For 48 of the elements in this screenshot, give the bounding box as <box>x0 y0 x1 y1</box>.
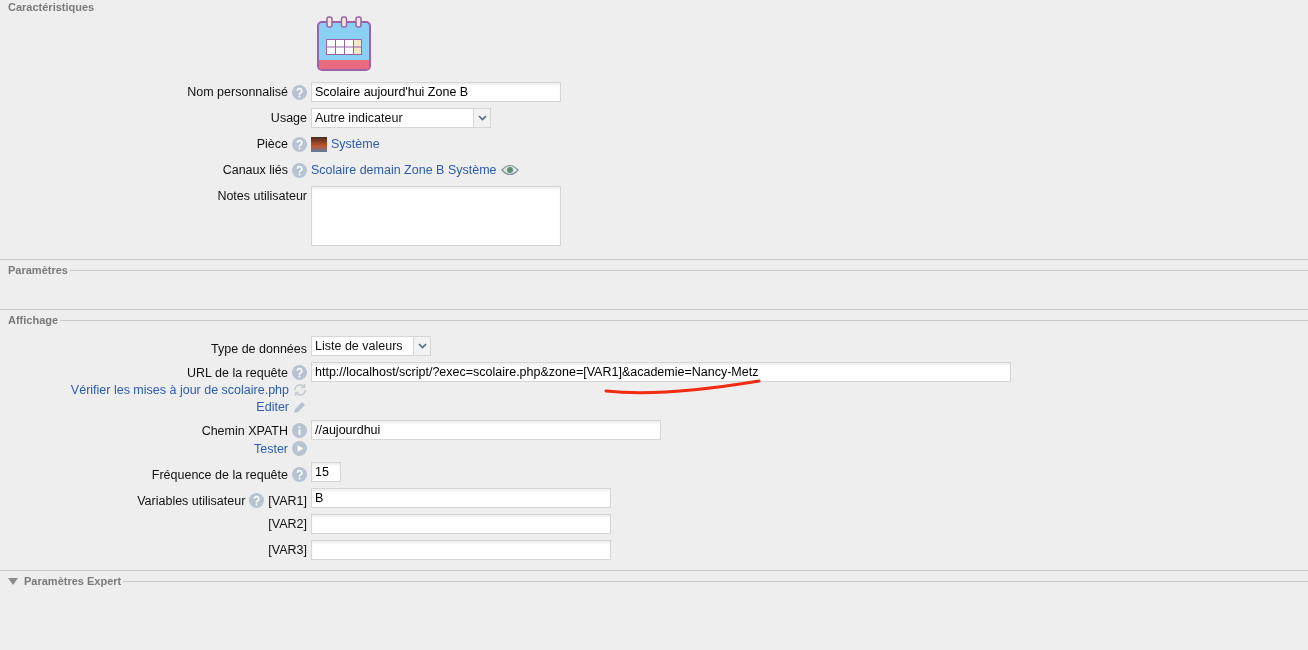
pencil-icon[interactable] <box>293 400 307 414</box>
room-link[interactable]: Système <box>331 137 380 151</box>
section-title[interactable]: Paramètres Expert <box>24 575 122 587</box>
play-icon[interactable] <box>292 441 307 456</box>
text-input[interactable]: Scolaire aujourd'hui Zone B <box>311 82 561 102</box>
field-label: Nom personnalisé <box>187 85 288 99</box>
field-label: Pièce <box>256 137 288 151</box>
section-title: Caractéristiques <box>8 1 95 13</box>
channel-link[interactable]: Scolaire demain Zone B Système <box>311 163 497 177</box>
xpath-input[interactable]: //aujourdhui <box>311 420 661 440</box>
info-icon[interactable] <box>292 423 307 438</box>
dropdown[interactable]: Autre indicateur <box>311 108 491 128</box>
help-icon[interactable] <box>249 493 265 508</box>
field-label: Canaux liés <box>222 163 288 177</box>
help-icon[interactable] <box>292 163 307 178</box>
text-input[interactable] <box>311 514 611 534</box>
field-label: URL de la requête <box>187 365 288 380</box>
help-icon[interactable] <box>292 137 307 152</box>
url-input[interactable]: http://localhost/script/?exec=scolaire.php&zone=[VAR1]&academie=Nancy-Metz <box>311 362 1011 382</box>
text-input[interactable] <box>311 540 611 560</box>
variable-label: [VAR3] <box>268 543 307 557</box>
dropdown[interactable]: Liste de valeurs <box>311 336 431 356</box>
field-label: Type de données <box>211 342 307 356</box>
help-icon[interactable] <box>292 467 307 482</box>
room-thumbnail-icon <box>311 136 327 152</box>
action-link[interactable]: Editer <box>256 400 289 414</box>
field-label: Fréquence de la requête <box>151 467 288 482</box>
field-label: Variables utilisateur <box>137 493 246 508</box>
notes-textarea[interactable] <box>311 186 561 246</box>
collapse-triangle-icon[interactable] <box>8 577 18 585</box>
section-title: Paramètres <box>8 264 68 276</box>
field-label: Notes utilisateur <box>217 189 307 203</box>
action-link[interactable]: Vérifier les mises à jour de scolaire.php <box>70 383 289 397</box>
action-link[interactable]: Tester <box>253 441 288 456</box>
variable-label: [VAR2] <box>268 517 307 531</box>
calendar-icon <box>317 16 371 72</box>
help-icon[interactable] <box>292 365 307 380</box>
section-title: Affichage <box>8 314 59 326</box>
eye-icon[interactable] <box>500 164 519 176</box>
chevron-icon <box>477 115 487 121</box>
chevron-icon <box>417 343 427 349</box>
text-input[interactable]: B <box>311 488 611 508</box>
field-label: Chemin XPATH <box>201 423 288 438</box>
variable-label: [VAR1] <box>268 493 307 508</box>
number-input[interactable]: 15 <box>311 462 341 482</box>
refresh-icon[interactable] <box>293 383 307 397</box>
help-icon[interactable] <box>292 85 307 100</box>
field-label: Usage <box>270 111 307 125</box>
